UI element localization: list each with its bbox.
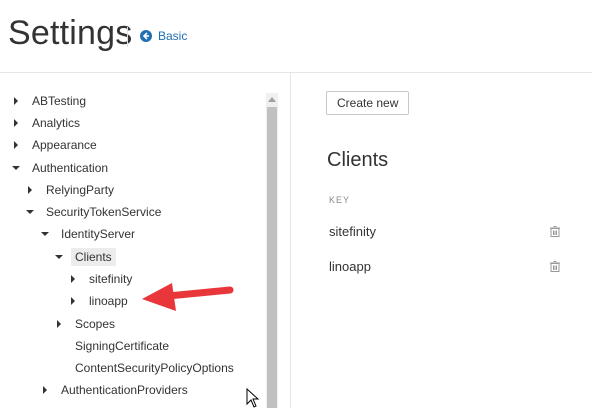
tree-item-sitefinity[interactable]: sitefinity — [67, 269, 136, 289]
client-key-link[interactable]: linoapp — [329, 259, 371, 274]
page-title: Settings — [8, 14, 133, 52]
expand-caret-icon[interactable] — [10, 95, 22, 107]
tree-item-relyingparty[interactable]: RelyingParty — [24, 180, 118, 200]
page-header: Settings Basic — [0, 0, 592, 73]
client-key-link[interactable]: sitefinity — [329, 224, 376, 239]
client-row: linoapp — [329, 256, 561, 276]
basic-link-label: Basic — [158, 29, 188, 43]
title-divider — [127, 27, 128, 47]
red-annotation-arrow-icon — [142, 283, 234, 311]
collapse-caret-icon[interactable] — [39, 228, 51, 240]
tree-item-contentsecuritypolicyoptions[interactable]: ContentSecurityPolicyOptions — [71, 358, 238, 378]
expand-caret-icon[interactable] — [39, 384, 51, 396]
section-title: Clients — [327, 149, 389, 171]
tree-item-label: ContentSecurityPolicyOptions — [75, 361, 234, 375]
clients-content-pane: Create new Clients KEY sitefinity linoap… — [291, 73, 592, 408]
tree-item-label: sitefinity — [89, 272, 133, 286]
expand-caret-icon[interactable] — [67, 273, 79, 285]
expand-caret-icon[interactable] — [10, 139, 22, 151]
tree-item-label: Analytics — [32, 116, 81, 130]
tree-item-label: IdentityServer — [61, 227, 136, 241]
tree-item-label: linoapp — [89, 294, 128, 308]
tree-item-authentication[interactable]: Authentication — [10, 158, 112, 178]
tree-scrollbar[interactable] — [266, 93, 278, 408]
tree-item-signingcertificate[interactable]: SigningCertificate — [71, 336, 173, 356]
tree-item-identityserver[interactable]: IdentityServer — [39, 224, 139, 244]
settings-tree-panel: ABTesting Analytics Appearance Authentic… — [0, 73, 291, 408]
tree-item-label: RelyingParty — [46, 183, 115, 197]
tree-item-label: SigningCertificate — [75, 339, 170, 353]
tree-item-scopes[interactable]: Scopes — [53, 314, 119, 334]
expand-caret-icon[interactable] — [24, 184, 36, 196]
tree-item-label: Scopes — [75, 317, 116, 331]
tree-item-appearance[interactable]: Appearance — [10, 135, 101, 155]
tree-item-label: ABTesting — [32, 94, 87, 108]
back-arrow-circle-icon — [140, 30, 152, 42]
trash-icon[interactable] — [549, 260, 561, 272]
tree-item-authenticationproviders[interactable]: AuthenticationProviders — [39, 380, 192, 400]
basic-mode-link[interactable]: Basic — [140, 29, 187, 43]
scrollbar-thumb[interactable] — [267, 107, 277, 408]
create-new-button[interactable]: Create new — [326, 91, 410, 115]
tree-item-linoapp[interactable]: linoapp — [67, 291, 132, 311]
tree-item-label: Clients — [71, 248, 116, 266]
tree-item-clients[interactable]: Clients — [53, 247, 116, 267]
tree-item-label: Appearance — [32, 138, 97, 152]
expand-caret-icon[interactable] — [10, 117, 22, 129]
collapse-caret-icon[interactable] — [53, 251, 65, 263]
tree-item-label: Authentication — [32, 161, 109, 175]
collapse-caret-icon[interactable] — [24, 206, 36, 218]
expand-caret-icon[interactable] — [53, 318, 65, 330]
tree-item-label: AuthenticationProviders — [61, 383, 188, 397]
tree-item-analytics[interactable]: Analytics — [10, 113, 84, 133]
trash-icon[interactable] — [549, 225, 561, 237]
mouse-pointer-icon — [246, 388, 260, 408]
scroll-up-arrow-icon[interactable] — [266, 93, 278, 105]
key-column-header: KEY — [329, 195, 351, 205]
tree-item-label: SecurityTokenService — [46, 205, 162, 219]
tree-item-securitytokenservice[interactable]: SecurityTokenService — [24, 202, 165, 222]
tree-item-abtesting[interactable]: ABTesting — [10, 91, 90, 111]
expand-caret-icon[interactable] — [67, 295, 79, 307]
client-row: sitefinity — [329, 221, 561, 241]
collapse-caret-icon[interactable] — [10, 162, 22, 174]
